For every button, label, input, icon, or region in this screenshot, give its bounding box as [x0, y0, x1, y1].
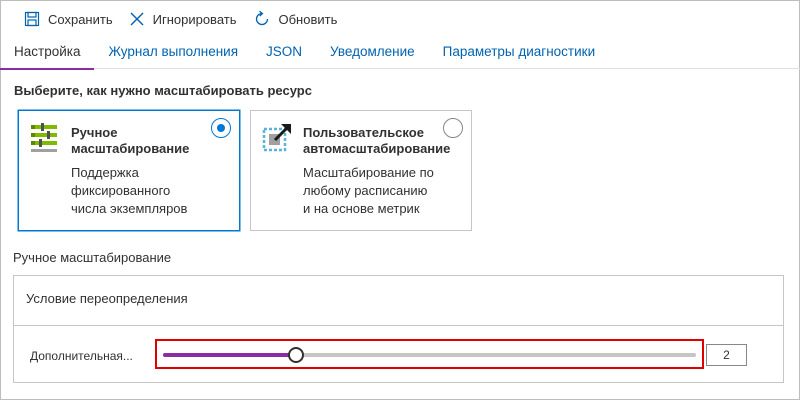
section-title: Выберите, как нужно масштабировать ресур… [14, 83, 312, 98]
refresh-label: Обновить [278, 11, 338, 27]
manual-scale-option[interactable]: Ручное масштабирование Поддержка фиксиро… [18, 110, 240, 231]
discard-button[interactable]: Игнорировать [129, 11, 237, 27]
tab-json[interactable]: JSON [252, 38, 316, 69]
custom-autoscale-description: Масштабирование по любому расписанию и н… [303, 165, 434, 216]
tab-run-history[interactable]: Журнал выполнения [94, 38, 252, 69]
override-row: Условие переопределения [14, 276, 783, 326]
manual-scale-title: Ручное масштабирование [71, 125, 190, 156]
custom-autoscale-option[interactable]: Пользовательское автомасштабирование Мас… [250, 110, 472, 231]
instance-slider-fill [163, 353, 296, 357]
close-icon [130, 12, 144, 26]
tab-bar: Настройка Журнал выполнения JSON Уведомл… [0, 38, 800, 70]
custom-autoscale-radio[interactable] [443, 118, 463, 138]
manual-scale-label: Ручное масштабирование [13, 250, 172, 265]
save-icon [24, 11, 40, 27]
tab-diagnostic-settings[interactable]: Параметры диагностики [429, 38, 609, 69]
discard-label: Игнорировать [152, 11, 237, 27]
autoscale-icon [262, 124, 291, 152]
refresh-icon [255, 10, 268, 26]
command-bar: Сохранить Игнорировать Обновить [0, 0, 800, 38]
manual-scale-icon [31, 123, 57, 152]
tab-configure[interactable]: Настройка [0, 38, 95, 70]
instance-slider-highlight [155, 339, 704, 369]
manual-scale-radio[interactable] [211, 118, 231, 138]
refresh-button[interactable]: Обновить [253, 10, 338, 28]
instance-count-label: Дополнительная... [30, 349, 133, 363]
override-condition-label: Условие переопределения [26, 291, 188, 306]
custom-autoscale-title: Пользовательское автомасштабирование [303, 125, 451, 156]
save-button[interactable]: Сохранить [24, 11, 113, 27]
instance-count-input[interactable]: 2 [706, 344, 747, 366]
manual-scale-description: Поддержка фиксированного числа экземпляр… [71, 165, 188, 216]
tab-notify[interactable]: Уведомление [316, 38, 429, 69]
instance-slider-thumb[interactable] [288, 347, 304, 363]
save-label: Сохранить [48, 11, 113, 27]
instance-slider-track[interactable] [163, 347, 696, 363]
